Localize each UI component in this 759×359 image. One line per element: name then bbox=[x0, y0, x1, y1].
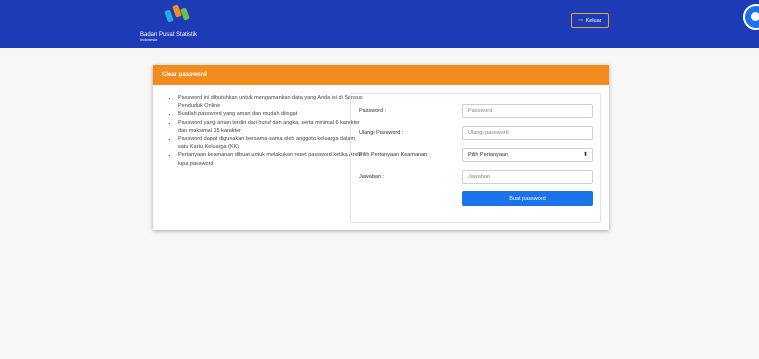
answer-label: Jawaban : bbox=[359, 174, 385, 180]
info-item: Buatlah password yang aman dan mudah dii… bbox=[178, 110, 363, 118]
card-title: Clear password bbox=[153, 65, 609, 85]
select-arrows-icon: ⬍ bbox=[582, 152, 588, 158]
password-form: Password : Password Ulangi Password : Ul… bbox=[350, 93, 601, 223]
info-item: Password ini dibutuhkan untuk mengamanka… bbox=[178, 94, 363, 110]
repeat-password-label: Ulangi Password : bbox=[359, 130, 404, 136]
logout-button[interactable]: ⇨ Keluar bbox=[571, 13, 609, 28]
repeat-password-input[interactable]: Ulangi password bbox=[462, 126, 593, 140]
bps-logo-icon bbox=[164, 4, 190, 23]
top-header: Badan Pusat Statistik Indonesia ⇨ Keluar bbox=[0, 0, 759, 48]
password-card: Clear password Password ini dibutuhkan u… bbox=[153, 65, 609, 230]
info-item: Password yang aman terdiri dari huruf da… bbox=[178, 119, 363, 135]
info-item: Password dapat digunakan bersama-sama ol… bbox=[178, 135, 363, 151]
password-input[interactable]: Password bbox=[462, 104, 593, 118]
security-question-label: Pilih Pertanyaan Keamanan : bbox=[359, 152, 431, 158]
create-password-button[interactable]: Buat password bbox=[462, 191, 593, 206]
password-label: Password : bbox=[359, 108, 387, 114]
security-question-select[interactable]: Pilih Pertanyaan ⬍ bbox=[462, 148, 593, 162]
info-item: Pertanyaan keamanan dibuat untuk melakuk… bbox=[178, 151, 363, 167]
logout-icon: ⇨ bbox=[578, 18, 584, 24]
answer-input[interactable]: Jawaban bbox=[462, 170, 593, 184]
security-question-value: Pilih Pertanyaan bbox=[468, 152, 509, 158]
brand-subtitle: Indonesia bbox=[140, 37, 158, 42]
chat-icon bbox=[751, 12, 759, 21]
chat-button[interactable] bbox=[743, 4, 759, 30]
info-list: Password ini dibutuhkan untuk mengamanka… bbox=[161, 94, 363, 168]
logout-label: Keluar bbox=[585, 17, 602, 24]
